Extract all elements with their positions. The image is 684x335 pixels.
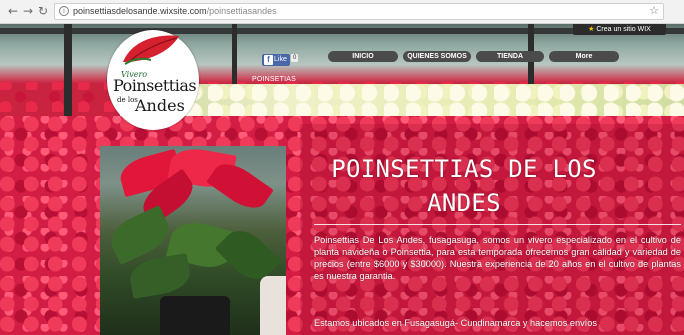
facebook-like-button[interactable]: f Like (262, 54, 290, 66)
photo-green-leaf (127, 253, 193, 299)
facebook-like-label: Like (274, 56, 287, 63)
photo-flower-pot (160, 296, 230, 335)
menu-item-inicio[interactable]: INICIO (328, 51, 398, 62)
wix-banner[interactable]: ★ Crea un sitio WIX (573, 24, 666, 35)
menu-item-more[interactable]: More (549, 51, 619, 62)
title-divider (314, 224, 681, 225)
address-bar[interactable]: i poinsettiasdelosande.wixsite.com/poins… (54, 3, 664, 20)
hero-title: POINSETTIAS DE LOS ANDES (331, 155, 597, 217)
forward-icon[interactable]: → (21, 4, 35, 18)
back-icon[interactable]: ← (6, 4, 20, 18)
reload-icon[interactable]: ↻ (36, 4, 50, 18)
facebook-like-count: 0 (291, 54, 299, 62)
logo-poinsettias: Poinsettias (113, 76, 197, 95)
logo-andes: Andes (135, 96, 185, 115)
site-logo[interactable]: Vivero Poinsettias de los Andes (107, 30, 199, 130)
info-icon[interactable]: i (59, 6, 69, 16)
browser-toolbar: ← → ↻ i poinsettiasdelosande.wixsite.com… (0, 0, 684, 24)
hero-paragraph-intro: Poinsettias De Los Andes, fusagasuga, so… (314, 235, 681, 281)
poinsettia-photo (100, 146, 286, 335)
wix-banner-label: Crea un sitio WIX (596, 26, 651, 33)
url-path: /poinsettiasandes (206, 6, 277, 16)
menu-item-tienda[interactable]: TIENDA (476, 51, 544, 62)
menu-item-quienes-somos[interactable]: QUIENES SOMOS (403, 51, 471, 62)
hero-background: Vivero Poinsettias de los Andes f Like 0… (0, 24, 684, 335)
hero-paragraph-location: Estamos ubicados en Fusagasugá- Cundinam… (314, 318, 597, 328)
photo-hand (260, 276, 286, 335)
wix-star-icon: ★ (588, 25, 595, 33)
url-text[interactable]: poinsettiasdelosande.wixsite.com/poinset… (73, 6, 277, 16)
poinsettia-leaf-icon (123, 35, 179, 65)
star-icon[interactable]: ☆ (649, 4, 659, 17)
site-subtitle: POINSETIAS (252, 76, 297, 83)
facebook-icon: f (264, 55, 273, 65)
url-domain: poinsettiasdelosande.wixsite.com (73, 6, 207, 16)
